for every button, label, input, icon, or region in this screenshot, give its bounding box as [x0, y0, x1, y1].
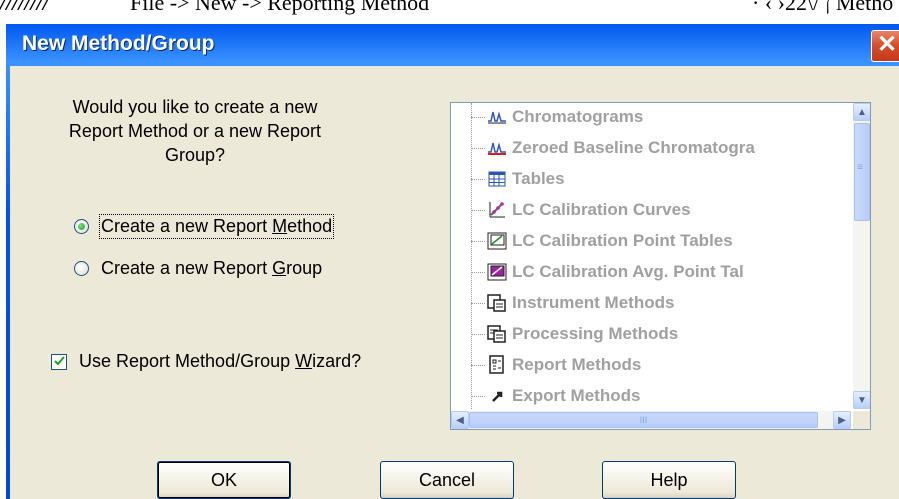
calibration-curve-icon — [487, 200, 507, 220]
dialog-title: New Method/Group — [22, 32, 215, 55]
question-text: Would you like to create a new Report Me… — [68, 97, 322, 165]
tree-item-processing-methods[interactable]: Processing Methods — [471, 320, 678, 348]
wizard-checkbox-row[interactable]: Use Report Method/Group Wizard? — [51, 351, 361, 372]
scrollbar-corner — [853, 411, 870, 429]
checkmark-icon — [53, 356, 65, 366]
tree-item-lc-calibration-avg-point-tables[interactable]: LC Calibration Avg. Point Tal — [471, 258, 744, 286]
tree-item-zeroed-baseline-chromatograms[interactable]: Zeroed Baseline Chromatogra — [471, 134, 755, 162]
cancel-button[interactable]: Cancel — [380, 461, 514, 499]
background-text-left: //////// — [0, 0, 49, 15]
tree-item-instrument-methods[interactable]: Instrument Methods — [471, 289, 674, 317]
wizard-checkbox[interactable] — [51, 353, 67, 370]
calibration-point-table-icon — [487, 231, 507, 251]
background-text-right: · ‹ ›ן /\22 Metho — [752, 0, 894, 15]
dialog-client-area: Would you like to create a new Report Me… — [10, 66, 899, 499]
tree-item-lc-calibration-point-tables[interactable]: LC Calibration Point Tables — [471, 227, 733, 255]
vertical-scrollbar[interactable]: ▲ ≡ ▼ — [853, 103, 870, 409]
scroll-down-button[interactable]: ▼ — [853, 391, 870, 409]
processing-method-icon — [487, 324, 507, 344]
background-text-menu-path: File -> New -> Reporting Method — [130, 0, 430, 15]
close-button[interactable]: ✕ — [871, 30, 899, 62]
table-icon — [487, 169, 507, 189]
scroll-right-button[interactable]: ▶ — [833, 411, 851, 429]
horizontal-scroll-thumb[interactable]: III — [469, 412, 818, 428]
instrument-method-icon — [487, 293, 507, 313]
tree-item-lc-calibration-curves[interactable]: LC Calibration Curves — [471, 196, 691, 224]
zeroed-baseline-chromatogram-icon — [487, 138, 507, 158]
tree-item-chromatograms[interactable]: Chromatograms — [471, 103, 643, 131]
report-object-tree[interactable]: Chromatograms Zeroed Baseline Chromatogr… — [450, 102, 871, 430]
report-method-icon — [487, 355, 507, 375]
radio-new-report-group[interactable]: Create a new Report Group — [74, 258, 322, 279]
export-method-icon — [487, 386, 507, 406]
title-bar[interactable]: New Method/Group ✕ — [6, 24, 899, 66]
radio-button-unchecked[interactable] — [74, 261, 89, 276]
radio-new-report-method[interactable]: Create a new Report Method — [74, 214, 335, 239]
scroll-left-button[interactable]: ◀ — [451, 411, 469, 429]
calibration-avg-point-table-icon — [487, 262, 507, 282]
radio-button-checked[interactable] — [74, 219, 89, 234]
wizard-checkbox-label[interactable]: Use Report Method/Group Wizard? — [79, 351, 361, 372]
tree-item-export-methods[interactable]: Export Methods — [471, 382, 640, 409]
radio-label-report-group[interactable]: Create a new Report Group — [101, 258, 322, 279]
tree-viewport: Chromatograms Zeroed Baseline Chromatogr… — [451, 103, 851, 409]
tree-item-report-methods[interactable]: Report Methods — [471, 351, 641, 379]
ok-button[interactable]: OK — [157, 461, 291, 499]
horizontal-scrollbar[interactable]: ◀ III ▶ — [451, 411, 851, 429]
help-button[interactable]: Help — [602, 461, 736, 499]
radio-label-report-method[interactable]: Create a new Report Method — [98, 214, 335, 239]
tree-item-tables[interactable]: Tables — [471, 165, 565, 193]
vertical-scroll-thumb[interactable]: ≡ — [854, 123, 870, 221]
chromatogram-icon — [487, 107, 507, 127]
new-method-group-dialog: New Method/Group ✕ Would you like to cre… — [6, 24, 899, 499]
scroll-up-button[interactable]: ▲ — [853, 103, 870, 121]
background-document-text: //////// File -> New -> Reporting Method… — [0, 0, 899, 24]
